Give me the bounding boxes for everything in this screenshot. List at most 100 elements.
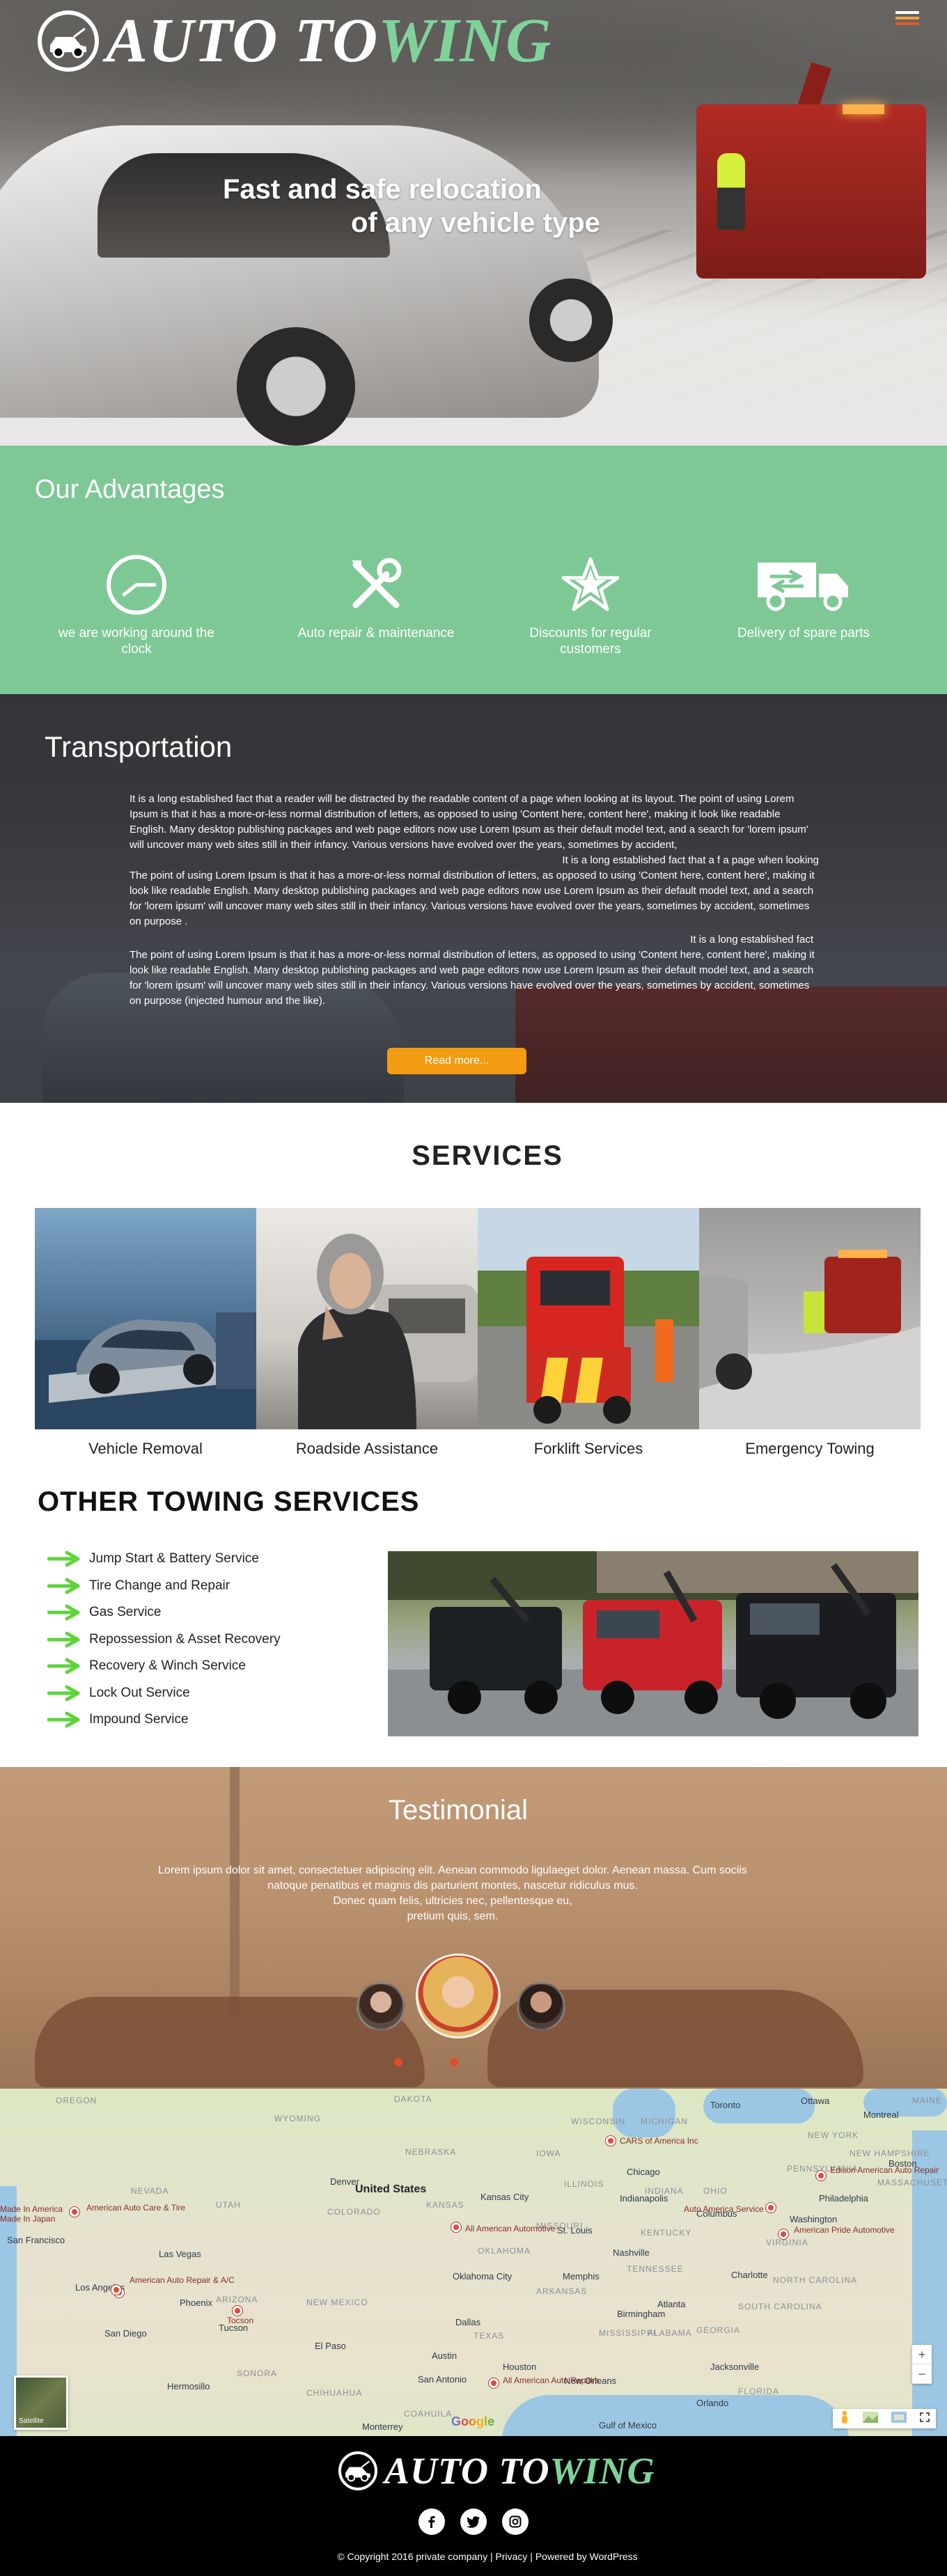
list-item: Recovery & Winch Service <box>47 1653 281 1680</box>
map-state-label: DAKOTA <box>394 2094 432 2104</box>
map-state-label: NEW MEXICO <box>306 2298 368 2307</box>
map-city-label: San Diego <box>104 2328 147 2339</box>
transportation-paragraph-2-lead: It is a long established fact that a f a… <box>562 854 819 866</box>
service-image-roadside-assistance[interactable] <box>256 1208 478 1429</box>
services-title: SERVICES <box>412 1140 563 1171</box>
map-city-label: Austin <box>432 2350 457 2361</box>
map-city-label: Dallas <box>455 2317 481 2327</box>
map-city-label: Chicago <box>627 2167 660 2177</box>
map-city-label: San Antonio <box>418 2374 467 2385</box>
map-city-label: Birmingham <box>617 2309 666 2319</box>
map-state-label: SONORA <box>237 2369 278 2378</box>
testimonial-dot[interactable] <box>394 2058 402 2066</box>
map-marker-pin[interactable] <box>489 2378 499 2388</box>
service-label: Forklift Services <box>533 1440 643 1457</box>
footer: AUTO TOWING © Copyright 2016 private com… <box>0 2436 947 2576</box>
map-state-label: ARIZONA <box>216 2295 258 2304</box>
green-arrow-icon <box>47 1578 80 1594</box>
map-state-label: MICHIGAN <box>641 2116 688 2126</box>
list-item: Impound Service <box>47 1706 281 1734</box>
hero-heading: Fast and safe relocation of any vehicle … <box>223 173 613 239</box>
star-icon <box>507 550 674 620</box>
map-type-icon[interactable] <box>891 2411 907 2426</box>
hamburger-menu-button[interactable] <box>895 11 919 31</box>
testimonial-avatar[interactable] <box>357 1982 405 2031</box>
map-marker-pin[interactable] <box>451 2222 461 2232</box>
service-image-emergency-towing[interactable] <box>699 1208 921 1429</box>
map-state-label: TENNESSEE <box>627 2264 684 2274</box>
map-city-label: Jacksonville <box>710 2362 760 2372</box>
map-state-label: WYOMING <box>274 2114 321 2123</box>
testimonial-avatar-active[interactable] <box>416 1954 501 2039</box>
fullscreen-icon[interactable] <box>919 2412 930 2426</box>
service-image-vehicle-removal[interactable] <box>35 1208 256 1429</box>
map-section[interactable]: DAKOTA WYOMING NEBRASKA NEVADA UTAH COLO… <box>0 2089 947 2436</box>
map-city-label: Phoenix <box>180 2298 212 2308</box>
list-item: Lock Out Service <box>47 1680 281 1707</box>
map-marker-pin[interactable] <box>70 2207 79 2217</box>
testimonial-title: Testimonial <box>388 1795 529 1825</box>
map-state-label: WISCONSIN <box>571 2116 626 2126</box>
testimonial-avatar[interactable] <box>517 1982 565 2031</box>
map-city-label: Indianapolis <box>620 2193 668 2204</box>
logo-word-auto: AUTO TO <box>106 6 379 75</box>
hero-heading-line-2: of any vehicle type <box>351 207 600 238</box>
list-item: Repossession & Asset Recovery <box>47 1626 281 1654</box>
map-state-label: MASSACHUSETTS <box>877 2178 947 2188</box>
menu-line <box>895 17 919 19</box>
map-marker-pin[interactable] <box>606 2136 616 2146</box>
list-item: Gas Service <box>47 1599 281 1626</box>
satellite-label: Satellite <box>19 2417 44 2425</box>
map-city-label: Kansas City <box>480 2192 529 2202</box>
list-item-label: Gas Service <box>89 1605 162 1620</box>
map-zoom-out-button[interactable]: − <box>912 2364 932 2384</box>
map-state-label: FLORIDA <box>738 2387 780 2396</box>
testimonial-dot[interactable] <box>450 2058 458 2066</box>
transportation-paragraph-1: It is a long established fact that a rea… <box>130 793 808 851</box>
twitter-icon[interactable] <box>460 2508 487 2535</box>
map-state-label: ILLINOIS <box>564 2179 604 2189</box>
map-city-label: Memphis <box>563 2271 600 2282</box>
map-city-label: San Francisco <box>7 2235 65 2245</box>
read-more-button[interactable]: Read more... <box>387 1048 526 1074</box>
map-marker-label: Made In Japan <box>0 2214 56 2224</box>
service-image-forklift-services[interactable] <box>478 1208 699 1429</box>
clock-icon <box>53 550 220 620</box>
map-marker-pin[interactable] <box>816 2171 826 2181</box>
list-item-label: Jump Start & Battery Service <box>89 1551 259 1566</box>
map-city-label: Gulf of Mexico <box>599 2420 657 2430</box>
green-arrow-icon <box>47 1685 80 1702</box>
advantage-label: we are working around the clock <box>58 626 214 657</box>
privacy-link[interactable]: Privacy <box>496 2551 528 2562</box>
list-item-label: Impound Service <box>89 1712 189 1727</box>
map-marker-pin[interactable] <box>233 2306 242 2316</box>
map-marker-pin[interactable] <box>111 2285 121 2295</box>
testimonial-quote-line: pretium quis, sem. <box>407 1910 499 1922</box>
terrain-icon[interactable] <box>862 2411 878 2426</box>
pegman-icon[interactable] <box>840 2410 850 2428</box>
satellite-view-button[interactable]: Satellite <box>14 2375 68 2430</box>
map-city-label: Philadelphia <box>819 2193 868 2204</box>
other-services-title: OTHER TOWING SERVICES <box>38 1486 420 1517</box>
powered-by-link[interactable]: Powered by WordPress <box>535 2551 638 2562</box>
map-city-label: El Paso <box>315 2341 346 2351</box>
list-item-label: Tire Change and Repair <box>89 1578 230 1593</box>
map-marker-label: All American Automotive <box>465 2224 556 2233</box>
tow-trucks-photo <box>388 1551 918 1736</box>
menu-line <box>895 22 919 25</box>
hero-tow-truck-light <box>843 104 884 114</box>
header-logo[interactable]: AUTO TOWING <box>38 10 551 72</box>
instagram-icon[interactable] <box>502 2508 529 2535</box>
map-ocean <box>912 2130 947 2436</box>
map-marker-pin[interactable] <box>766 2203 776 2213</box>
facebook-icon[interactable] <box>418 2508 445 2535</box>
separator: | <box>487 2551 496 2562</box>
green-arrow-icon <box>47 1604 80 1621</box>
map-marker-label: Edison American Auto Repair <box>830 2165 939 2175</box>
map-zoom-in-button[interactable]: + <box>912 2345 932 2364</box>
google-logo-text: Google <box>451 2414 494 2428</box>
footer-logo[interactable]: AUTO TOWING <box>338 2451 655 2490</box>
map-city-label: Charlotte <box>731 2270 768 2280</box>
map-marker-pin[interactable] <box>778 2229 788 2239</box>
map-state-label: NEW YORK <box>808 2130 859 2140</box>
